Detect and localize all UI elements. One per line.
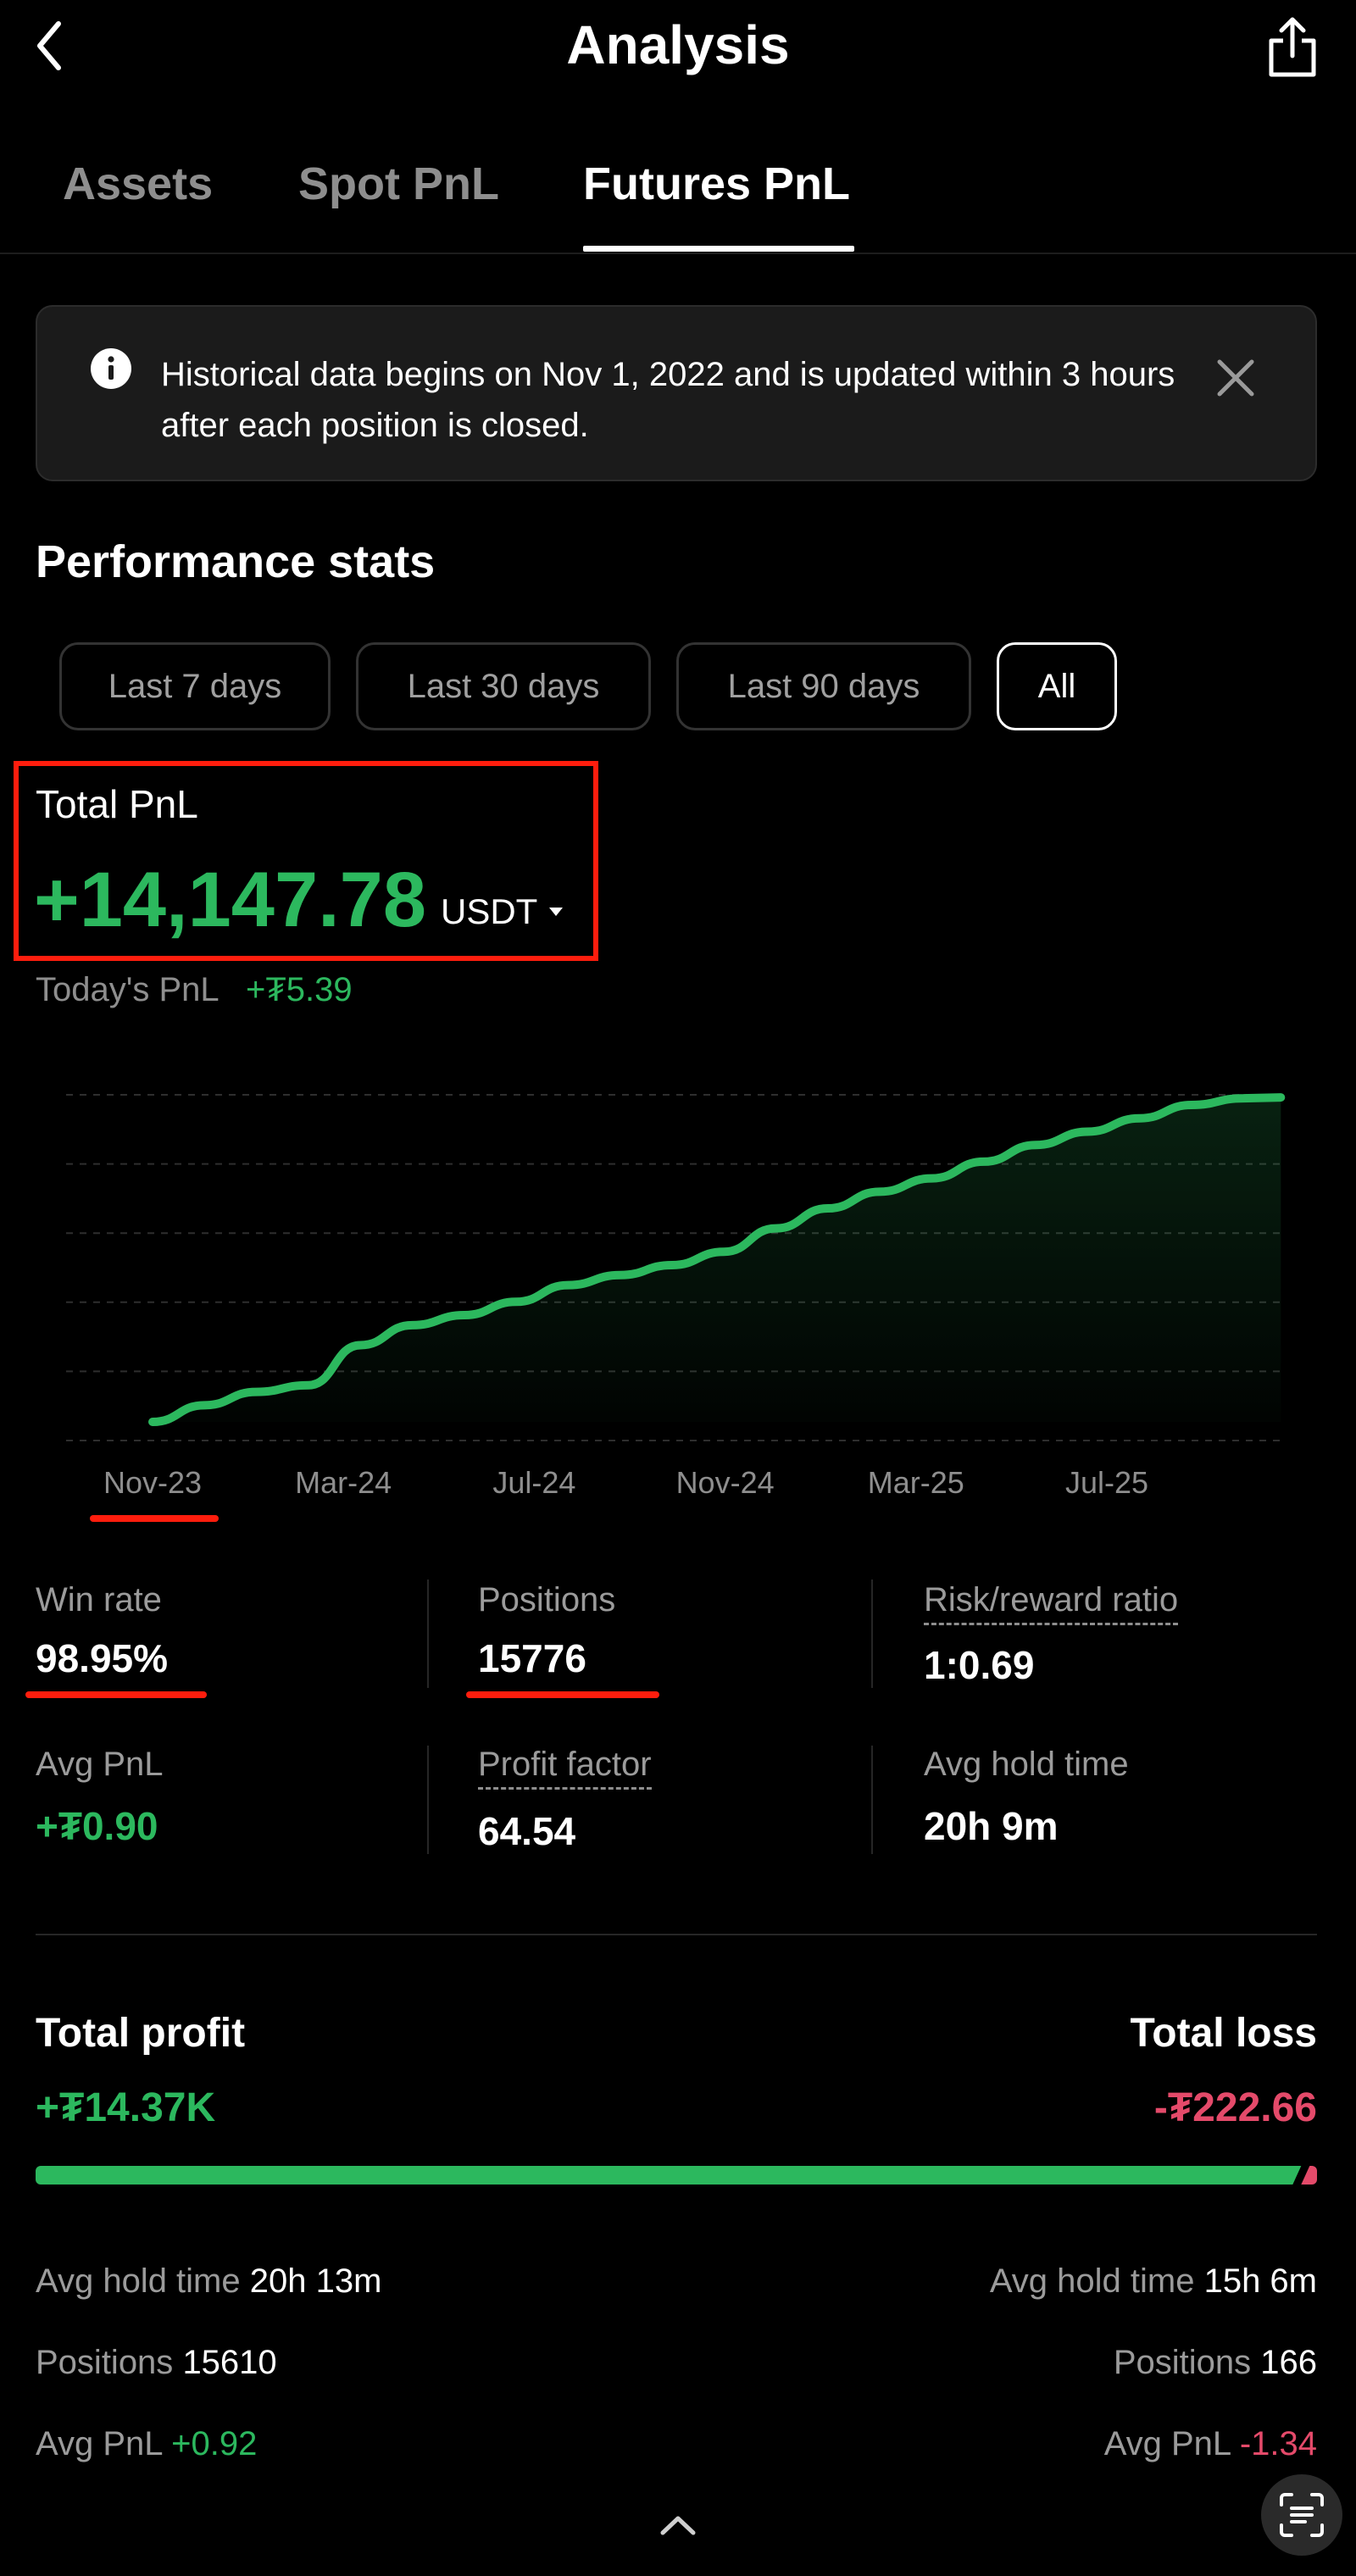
scan-text-button[interactable] <box>1261 2474 1342 2556</box>
active-tab-indicator <box>583 246 854 252</box>
profit-avg-pnl-label: Avg PnL <box>36 2425 163 2462</box>
annotation-underline-positions <box>466 1691 659 1698</box>
profit-avg-hold-value: 20h 13m <box>249 2262 382 2300</box>
profit-positions-row: Positions 15610 <box>36 2344 277 2382</box>
total-profit-label: Total profit <box>36 2011 246 2056</box>
todays-pnl-value: +₮5.39 <box>246 971 353 1008</box>
avg-pnl-label: Avg PnL <box>36 1746 164 1783</box>
tab-assets[interactable]: Assets <box>63 158 213 210</box>
annotation-underline-win-rate <box>25 1691 207 1698</box>
loss-positions-row: Positions 166 <box>1114 2344 1317 2382</box>
loss-avg-pnl-value: -1.34 <box>1239 2425 1317 2462</box>
loss-avg-pnl-row: Avg PnL -1.34 <box>1104 2425 1317 2463</box>
period-chip-30-days[interactable]: Last 30 days <box>356 642 651 730</box>
profit-positions-label: Positions <box>36 2344 174 2381</box>
profit-positions-value: 15610 <box>182 2344 277 2381</box>
profit-factor-label[interactable]: Profit factor <box>478 1746 652 1790</box>
profit-factor-value: 64.54 <box>478 1809 576 1853</box>
win-rate-label: Win rate <box>36 1581 162 1618</box>
stats-divider <box>871 1579 873 1688</box>
profit-segment <box>36 2166 1302 2185</box>
x-tick-label: Jul-25 <box>1065 1465 1148 1500</box>
loss-avg-hold-value: 15h 6m <box>1203 2262 1317 2300</box>
section-title-performance: Performance stats <box>36 536 436 587</box>
period-chip-90-days[interactable]: Last 90 days <box>676 642 971 730</box>
stats-divider <box>427 1579 429 1688</box>
loss-avg-hold-label: Avg hold time <box>989 2262 1195 2300</box>
avg-hold-time-value: 20h 9m <box>924 1804 1059 1848</box>
positions-value: 15776 <box>478 1636 586 1680</box>
share-icon <box>1269 17 1316 77</box>
annotation-underline-nov23 <box>90 1515 219 1522</box>
tab-futures-pnl[interactable]: Futures PnL <box>583 158 850 210</box>
collapse-button[interactable] <box>644 2500 712 2551</box>
period-chip-7-days[interactable]: Last 7 days <box>59 642 331 730</box>
section-divider <box>36 1934 1317 1935</box>
x-tick-label: Nov-24 <box>676 1465 775 1500</box>
loss-avg-pnl-label: Avg PnL <box>1103 2425 1231 2462</box>
risk-reward-label[interactable]: Risk/reward ratio <box>924 1581 1179 1625</box>
risk-reward-value: 1:0.69 <box>924 1643 1035 1687</box>
share-button[interactable] <box>1254 12 1331 83</box>
total-pnl-value: +14,147.78 <box>34 857 427 943</box>
stats-divider <box>427 1746 429 1854</box>
loss-positions-label: Positions <box>1113 2344 1252 2381</box>
close-icon <box>1217 359 1254 397</box>
total-profit-value: +₮14.37K <box>36 2085 216 2130</box>
avg-pnl-value: +₮0.90 <box>36 1804 158 1848</box>
info-banner-text: Historical data begins on Nov 1, 2022 an… <box>161 356 1175 444</box>
loss-positions-value: 166 <box>1260 2344 1317 2381</box>
win-rate-value: 98.95% <box>36 1636 169 1680</box>
x-tick-label: Jul-24 <box>492 1465 575 1500</box>
total-pnl-label: Total PnL <box>36 782 198 826</box>
x-tick-label: Mar-25 <box>868 1465 964 1500</box>
total-loss-value: -₮222.66 <box>1153 2085 1317 2130</box>
page-title: Analysis <box>566 14 790 75</box>
tab-spot-pnl[interactable]: Spot PnL <box>298 158 499 210</box>
profit-avg-hold-row: Avg hold time 20h 13m <box>36 2262 381 2301</box>
profit-loss-ratio-bar <box>36 2166 1317 2185</box>
stats-divider <box>871 1746 873 1854</box>
caret-down-icon <box>549 908 564 916</box>
info-banner: Historical data begins on Nov 1, 2022 an… <box>36 305 1317 481</box>
profit-avg-pnl-value: +0.92 <box>171 2425 258 2462</box>
todays-pnl-label: Today's PnL <box>36 971 220 1008</box>
pnl-chart[interactable]: Nov-23 Mar-24 Jul-24 Nov-24 Mar-25 Jul-25 <box>0 1042 1356 1517</box>
pnl-area <box>153 1097 1281 1422</box>
currency-selector[interactable]: USDT <box>441 891 564 932</box>
x-tick-label: Nov-23 <box>103 1465 202 1500</box>
currency-label: USDT <box>441 891 538 931</box>
avg-hold-time-label: Avg hold time <box>924 1746 1129 1783</box>
info-icon <box>90 347 132 390</box>
profit-avg-hold-label: Avg hold time <box>36 2262 241 2300</box>
period-chip-all[interactable]: All <box>997 642 1117 730</box>
chevron-up-icon <box>660 2516 696 2535</box>
tabs-divider <box>0 253 1356 254</box>
loss-avg-hold-row: Avg hold time 15h 6m <box>990 2262 1317 2301</box>
positions-label: Positions <box>478 1581 616 1618</box>
scan-text-icon <box>1280 2493 1324 2537</box>
profit-avg-pnl-row: Avg PnL +0.92 <box>36 2425 257 2463</box>
x-tick-label: Mar-24 <box>295 1465 392 1500</box>
close-banner-button[interactable] <box>1210 353 1261 403</box>
loss-segment <box>1301 2166 1317 2185</box>
total-loss-label: Total loss <box>1130 2011 1317 2056</box>
